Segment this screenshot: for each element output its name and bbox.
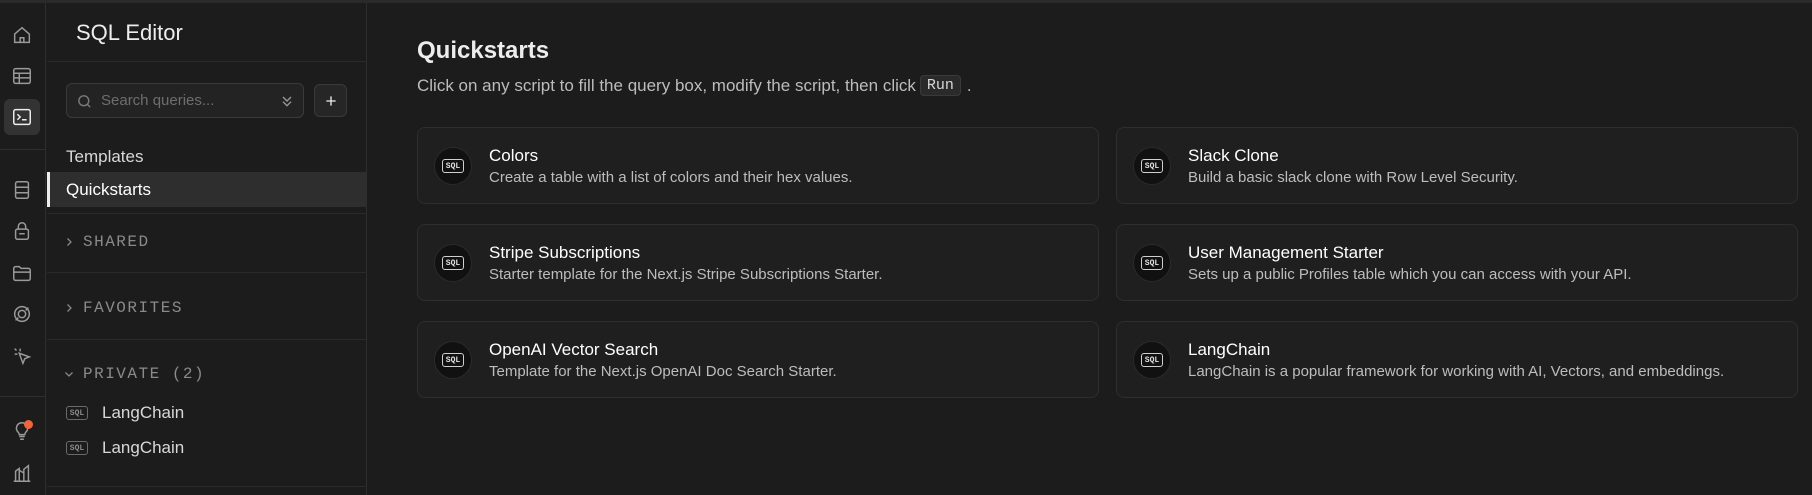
new-query-button[interactable] xyxy=(314,84,347,117)
quickstart-card-user-management[interactable]: SQL User Management Starter Sets up a pu… xyxy=(1116,224,1798,301)
quickstart-card-colors[interactable]: SQL Colors Create a table with a list of… xyxy=(417,127,1099,204)
divider xyxy=(47,272,367,273)
section-shared[interactable]: SHARED xyxy=(63,233,150,251)
table-editor-icon[interactable] xyxy=(4,58,40,94)
chevrons-down-icon[interactable] xyxy=(279,93,295,109)
sql-icon: SQL xyxy=(434,147,472,185)
section-private[interactable]: PRIVATE (2) xyxy=(63,365,205,383)
card-description: Create a table with a list of colors and… xyxy=(489,169,853,186)
section-shared-label: SHARED xyxy=(83,233,150,251)
card-description: Build a basic slack clone with Row Level… xyxy=(1188,169,1518,186)
card-description: LangChain is a popular framework for wor… xyxy=(1188,363,1725,380)
rail-divider xyxy=(0,149,46,150)
divider xyxy=(47,339,367,340)
sql-badge: SQL xyxy=(442,256,464,270)
sql-icon: SQL xyxy=(434,244,472,282)
section-favorites-label: FAVORITES xyxy=(83,299,183,317)
query-label: LangChain xyxy=(102,403,185,422)
home-icon[interactable] xyxy=(4,17,40,53)
plus-icon xyxy=(325,95,336,106)
card-title: LangChain xyxy=(1188,340,1271,359)
sql-icon: SQL xyxy=(434,341,472,379)
sidebar-title: SQL Editor xyxy=(76,20,183,45)
private-query-item[interactable]: SQL LangChain xyxy=(66,403,184,423)
sql-badge: SQL xyxy=(442,353,464,367)
divider xyxy=(47,486,367,487)
sql-icon: SQL xyxy=(1133,244,1171,282)
reports-icon[interactable] xyxy=(4,455,40,491)
quickstart-card-stripe-subscriptions[interactable]: SQL Stripe Subscriptions Starter templat… xyxy=(417,224,1099,301)
realtime-icon[interactable] xyxy=(4,296,40,332)
run-code-label: Run xyxy=(919,75,961,96)
divider xyxy=(47,213,367,214)
card-description: Template for the Next.js OpenAI Doc Sear… xyxy=(489,363,837,380)
card-title: OpenAI Vector Search xyxy=(489,340,659,359)
sql-file-icon: SQL xyxy=(66,406,88,420)
chevron-down-icon xyxy=(65,372,73,377)
search-queries-input[interactable] xyxy=(101,84,271,117)
icon-rail xyxy=(0,3,46,495)
page-description: Click on any script to fill the query bo… xyxy=(417,75,972,96)
search-queries-field[interactable] xyxy=(66,83,304,118)
sql-badge: SQL xyxy=(442,159,464,173)
card-description: Starter template for the Next.js Stripe … xyxy=(489,266,883,283)
divider xyxy=(47,61,367,62)
advisors-icon[interactable] xyxy=(4,413,40,449)
card-title: User Management Starter xyxy=(1188,243,1384,262)
rail-divider xyxy=(0,396,46,397)
description-text: Click on any script to fill the query bo… xyxy=(417,75,916,95)
quickstart-card-slack-clone[interactable]: SQL Slack Clone Build a basic slack clon… xyxy=(1116,127,1798,204)
sql-badge: SQL xyxy=(1141,256,1163,270)
database-icon[interactable] xyxy=(4,172,40,208)
sql-icon: SQL xyxy=(1133,341,1171,379)
search-icon xyxy=(78,95,91,108)
sql-icon: SQL xyxy=(1133,147,1171,185)
chevron-right-icon xyxy=(67,304,72,312)
section-favorites[interactable]: FAVORITES xyxy=(63,299,183,317)
edge-functions-icon[interactable] xyxy=(4,338,40,374)
card-title: Colors xyxy=(489,146,539,165)
notification-dot xyxy=(24,420,33,429)
card-title: Stripe Subscriptions xyxy=(489,243,641,262)
nav-templates[interactable]: Templates xyxy=(47,139,367,174)
quickstart-card-langchain[interactable]: SQL LangChain LangChain is a popular fra… xyxy=(1116,321,1798,398)
sql-editor-icon[interactable] xyxy=(4,99,40,135)
page-title: Quickstarts xyxy=(417,37,550,64)
auth-icon[interactable] xyxy=(4,213,40,249)
private-query-item[interactable]: SQL LangChain xyxy=(66,438,184,458)
card-description: Sets up a public Profiles table which yo… xyxy=(1188,266,1632,283)
sql-badge: SQL xyxy=(1141,353,1163,367)
card-title: Slack Clone xyxy=(1188,146,1279,165)
section-private-label: PRIVATE (2) xyxy=(83,365,206,383)
sql-editor-sidebar: SQL Editor Templates Quickstarts SHARED … xyxy=(47,3,367,495)
storage-icon[interactable] xyxy=(4,255,40,291)
nav-quickstarts[interactable]: Quickstarts xyxy=(47,172,367,207)
quickstart-card-openai-vector-search[interactable]: SQL OpenAI Vector Search Template for th… xyxy=(417,321,1099,398)
quickstarts-panel: Quickstarts Click on any script to fill … xyxy=(368,3,1812,495)
description-end: . xyxy=(966,75,972,95)
sql-badge: SQL xyxy=(1141,159,1163,173)
chevron-right-icon xyxy=(67,238,72,246)
query-label: LangChain xyxy=(102,438,185,457)
sql-file-icon: SQL xyxy=(66,441,88,455)
